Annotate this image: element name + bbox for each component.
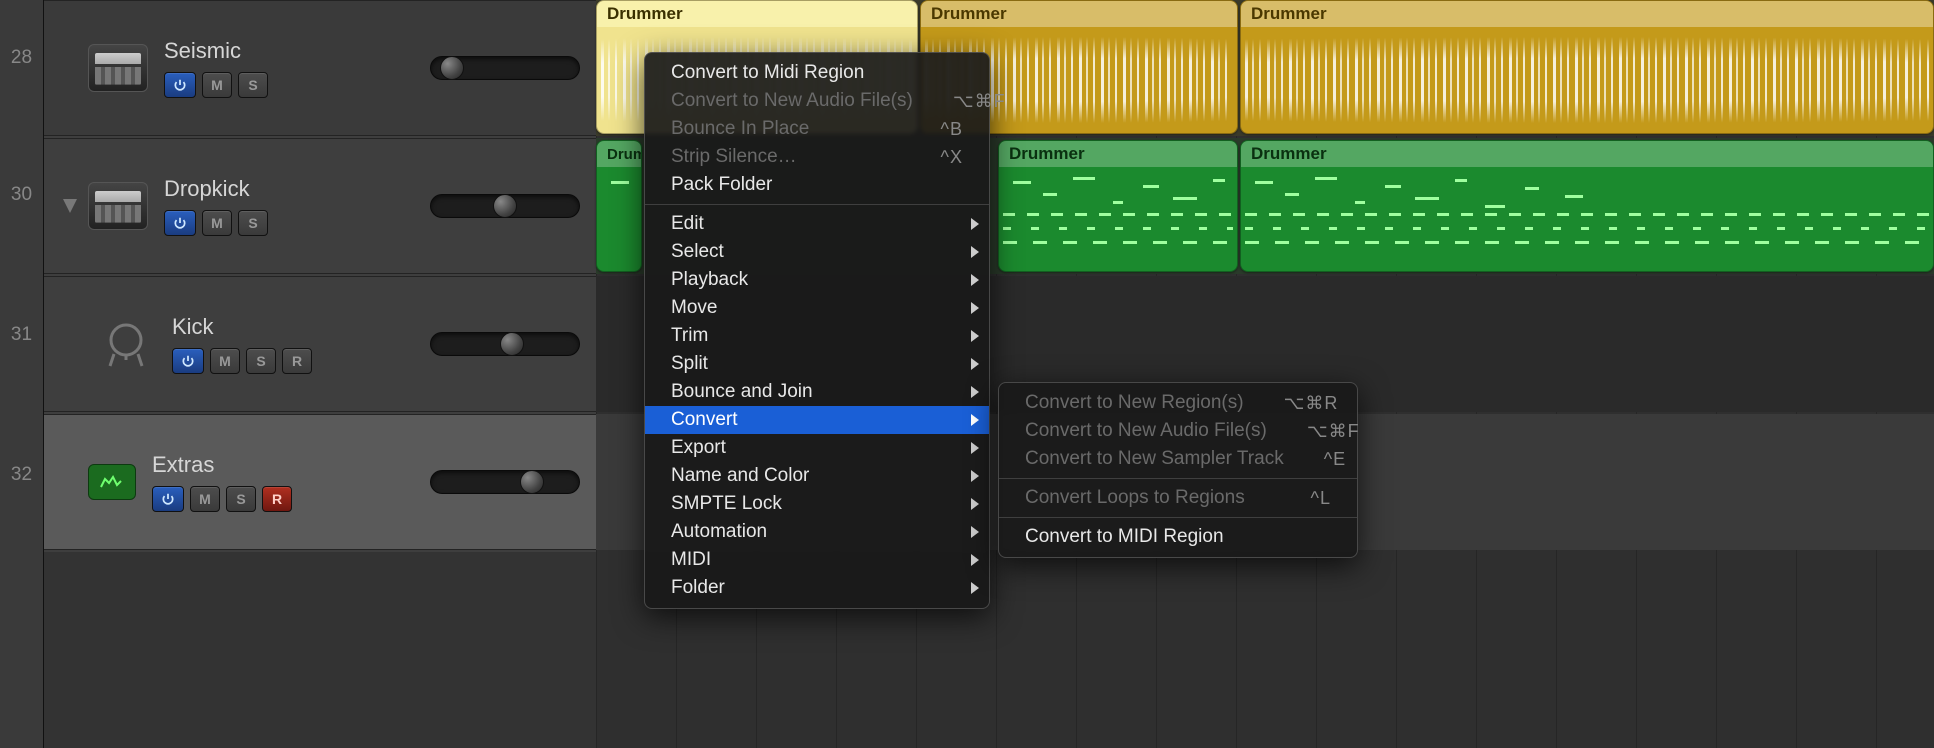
track-name-label: Kick (172, 314, 430, 340)
drum-machine-icon (88, 44, 148, 92)
menu-item-select[interactable]: Select (645, 238, 989, 266)
volume-slider[interactable] (430, 56, 580, 80)
submenu-arrow-icon (971, 358, 979, 370)
mute-button[interactable]: M (210, 348, 240, 374)
menu-item-export[interactable]: Export (645, 434, 989, 462)
mute-button[interactable]: M (202, 72, 232, 98)
submenu-arrow-icon (971, 470, 979, 482)
submenu-arrow-icon (971, 442, 979, 454)
region-label: Drummer (999, 141, 1237, 167)
spacer (60, 472, 80, 492)
submenu-arrow-icon (971, 246, 979, 258)
menu-item-edit[interactable]: Edit (645, 210, 989, 238)
context-menu[interactable]: Convert to Midi Region Convert to New Au… (644, 52, 990, 609)
empty-track-area (44, 552, 596, 748)
menu-item-convert-to-midi-region[interactable]: Convert to Midi Region (645, 59, 989, 87)
menu-item-convert-to-new-audio-files-sub[interactable]: Convert to New Audio File(s)⌥⌘F (999, 417, 1357, 445)
volume-slider[interactable] (430, 470, 580, 494)
submenu-arrow-icon (971, 414, 979, 426)
timeline-ruler: 28 30 31 32 (0, 0, 44, 748)
menu-item-convert-to-new-audio-files[interactable]: Convert to New Audio File(s)⌥⌘F (645, 87, 989, 115)
track-header-seismic[interactable]: Seismic M S (44, 0, 596, 136)
menu-item-convert-loops-to-regions[interactable]: Convert Loops to Regions^L (999, 484, 1357, 512)
region-label: Drummer (921, 1, 1237, 27)
submenu-arrow-icon (971, 302, 979, 314)
menu-item-bounce-and-join[interactable]: Bounce and Join (645, 378, 989, 406)
menu-item-trim[interactable]: Trim (645, 322, 989, 350)
spacer (60, 58, 80, 78)
menu-item-name-and-color[interactable]: Name and Color (645, 462, 989, 490)
waveform-icon (1245, 35, 1929, 125)
drum-machine-icon (88, 182, 148, 230)
track-header-dropkick[interactable]: Dropkick M S (44, 138, 596, 274)
mute-button[interactable]: M (190, 486, 220, 512)
menu-item-playback[interactable]: Playback (645, 266, 989, 294)
volume-slider[interactable] (430, 332, 580, 356)
submenu-arrow-icon (971, 498, 979, 510)
track-name-label: Extras (152, 452, 430, 478)
region-label: Drum… (597, 141, 641, 167)
submenu-arrow-icon (971, 218, 979, 230)
region-label: Drummer (597, 1, 917, 27)
midi-region[interactable]: Drummer (998, 140, 1238, 272)
disclosure-triangle-icon[interactable] (60, 196, 80, 216)
volume-slider[interactable] (430, 194, 580, 218)
submenu-arrow-icon (971, 554, 979, 566)
context-submenu-convert[interactable]: Convert to New Region(s)⌥⌘R Convert to N… (998, 382, 1358, 558)
menu-separator (999, 478, 1357, 479)
midi-notes-icon (601, 171, 637, 267)
menu-item-bounce-in-place[interactable]: Bounce In Place^B (645, 115, 989, 143)
solo-button[interactable]: S (238, 72, 268, 98)
ruler-number: 30 (0, 184, 43, 206)
record-button[interactable]: R (262, 486, 292, 512)
menu-item-automation[interactable]: Automation (645, 518, 989, 546)
track-header-extras[interactable]: Extras M S R (44, 414, 596, 550)
drummer-region[interactable]: Drummer (1240, 0, 1934, 134)
spacer (68, 334, 88, 354)
ruler-number: 32 (0, 464, 43, 486)
power-button[interactable] (172, 348, 204, 374)
track-header-panel: Seismic M S Dropkick M S (44, 0, 596, 748)
kick-drum-icon (96, 320, 156, 368)
menu-item-convert[interactable]: Convert (645, 406, 989, 434)
menu-separator (999, 517, 1357, 518)
record-button[interactable]: R (282, 348, 312, 374)
submenu-arrow-icon (971, 330, 979, 342)
menu-item-convert-to-new-regions[interactable]: Convert to New Region(s)⌥⌘R (999, 389, 1357, 417)
midi-track-icon (88, 464, 136, 500)
menu-separator (645, 204, 989, 205)
solo-button[interactable]: S (246, 348, 276, 374)
solo-button[interactable]: S (238, 210, 268, 236)
power-button[interactable] (152, 486, 184, 512)
menu-item-split[interactable]: Split (645, 350, 989, 378)
menu-item-smpte-lock[interactable]: SMPTE Lock (645, 490, 989, 518)
midi-notes-icon (1003, 171, 1233, 267)
menu-item-midi[interactable]: MIDI (645, 546, 989, 574)
track-name-label: Seismic (164, 38, 430, 64)
midi-notes-icon (1245, 171, 1929, 267)
menu-item-pack-folder[interactable]: Pack Folder (645, 171, 989, 199)
submenu-arrow-icon (971, 386, 979, 398)
track-name-label: Dropkick (164, 176, 430, 202)
menu-item-strip-silence[interactable]: Strip Silence…^X (645, 143, 989, 171)
region-label: Drummer (1241, 141, 1933, 167)
arrangement-area[interactable]: Drummer Drummer Drummer Drum… Drummer Dr… (596, 0, 1934, 748)
submenu-arrow-icon (971, 526, 979, 538)
power-button[interactable] (164, 210, 196, 236)
menu-item-folder[interactable]: Folder (645, 574, 989, 602)
menu-item-move[interactable]: Move (645, 294, 989, 322)
ruler-number: 28 (0, 47, 43, 69)
ruler-number: 31 (0, 324, 43, 346)
submenu-arrow-icon (971, 582, 979, 594)
midi-region[interactable]: Drum… (596, 140, 642, 272)
menu-item-convert-to-new-sampler-track[interactable]: Convert to New Sampler Track^E (999, 445, 1357, 473)
track-header-kick[interactable]: Kick M S R (44, 276, 596, 412)
power-button[interactable] (164, 72, 196, 98)
midi-region[interactable]: Drummer (1240, 140, 1934, 272)
menu-item-convert-to-midi-region-sub[interactable]: Convert to MIDI Region (999, 523, 1357, 551)
submenu-arrow-icon (971, 274, 979, 286)
region-label: Drummer (1241, 1, 1933, 27)
solo-button[interactable]: S (226, 486, 256, 512)
mute-button[interactable]: M (202, 210, 232, 236)
